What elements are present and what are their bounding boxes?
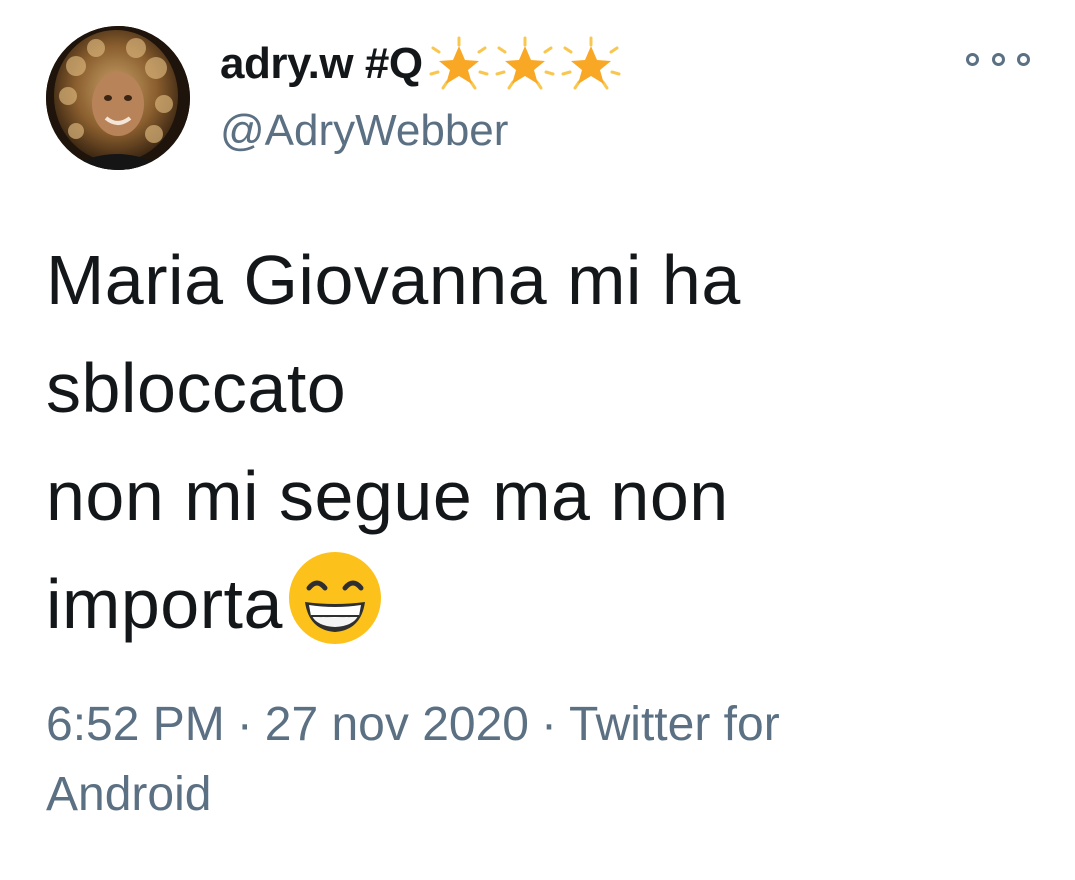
- avatar-image: [46, 26, 190, 170]
- tweet-meta-line: 6:52 PM · 27 nov 2020 · Twitter for: [46, 690, 1006, 760]
- tweet-card: adry.w #Q @AdryWebber Maria Giovanna mi …: [0, 0, 1075, 880]
- meta-separator: ·: [540, 698, 557, 751]
- tweet-time[interactable]: 6:52 PM: [46, 698, 225, 751]
- avatar[interactable]: [46, 26, 190, 170]
- tweet-source-link-cont[interactable]: Android: [46, 760, 1006, 830]
- name-badges: [427, 36, 625, 92]
- tweet-source-link[interactable]: Twitter for: [569, 698, 780, 751]
- user-handle[interactable]: @AdryWebber: [220, 106, 508, 156]
- tweet-meta: 6:52 PM · 27 nov 2020 · Twitter for Android: [46, 690, 1006, 830]
- star-icon: [429, 36, 489, 90]
- tweet-text-line: non mi segue ma non: [46, 457, 729, 535]
- more-options-icon[interactable]: [966, 44, 1030, 74]
- star-icon: [495, 36, 555, 90]
- display-name-text: adry.w #Q: [220, 39, 423, 88]
- more-dot: [1017, 52, 1030, 66]
- more-dot: [991, 52, 1005, 66]
- grinning-face-icon: [288, 552, 381, 644]
- more-dot: [966, 52, 979, 66]
- tweet-text-line: Maria Giovanna mi ha: [46, 241, 741, 319]
- tweet-text-line: sbloccato: [46, 349, 347, 427]
- meta-separator: ·: [236, 698, 253, 751]
- display-name[interactable]: adry.w #Q: [220, 34, 625, 94]
- tweet-text-line-last: importa: [46, 550, 1006, 658]
- tweet-text-word: importa: [46, 565, 283, 643]
- tweet-date[interactable]: 27 nov 2020: [265, 698, 529, 751]
- star-icon: [561, 36, 621, 90]
- tweet-text: Maria Giovanna mi ha sbloccato non mi se…: [46, 226, 1006, 658]
